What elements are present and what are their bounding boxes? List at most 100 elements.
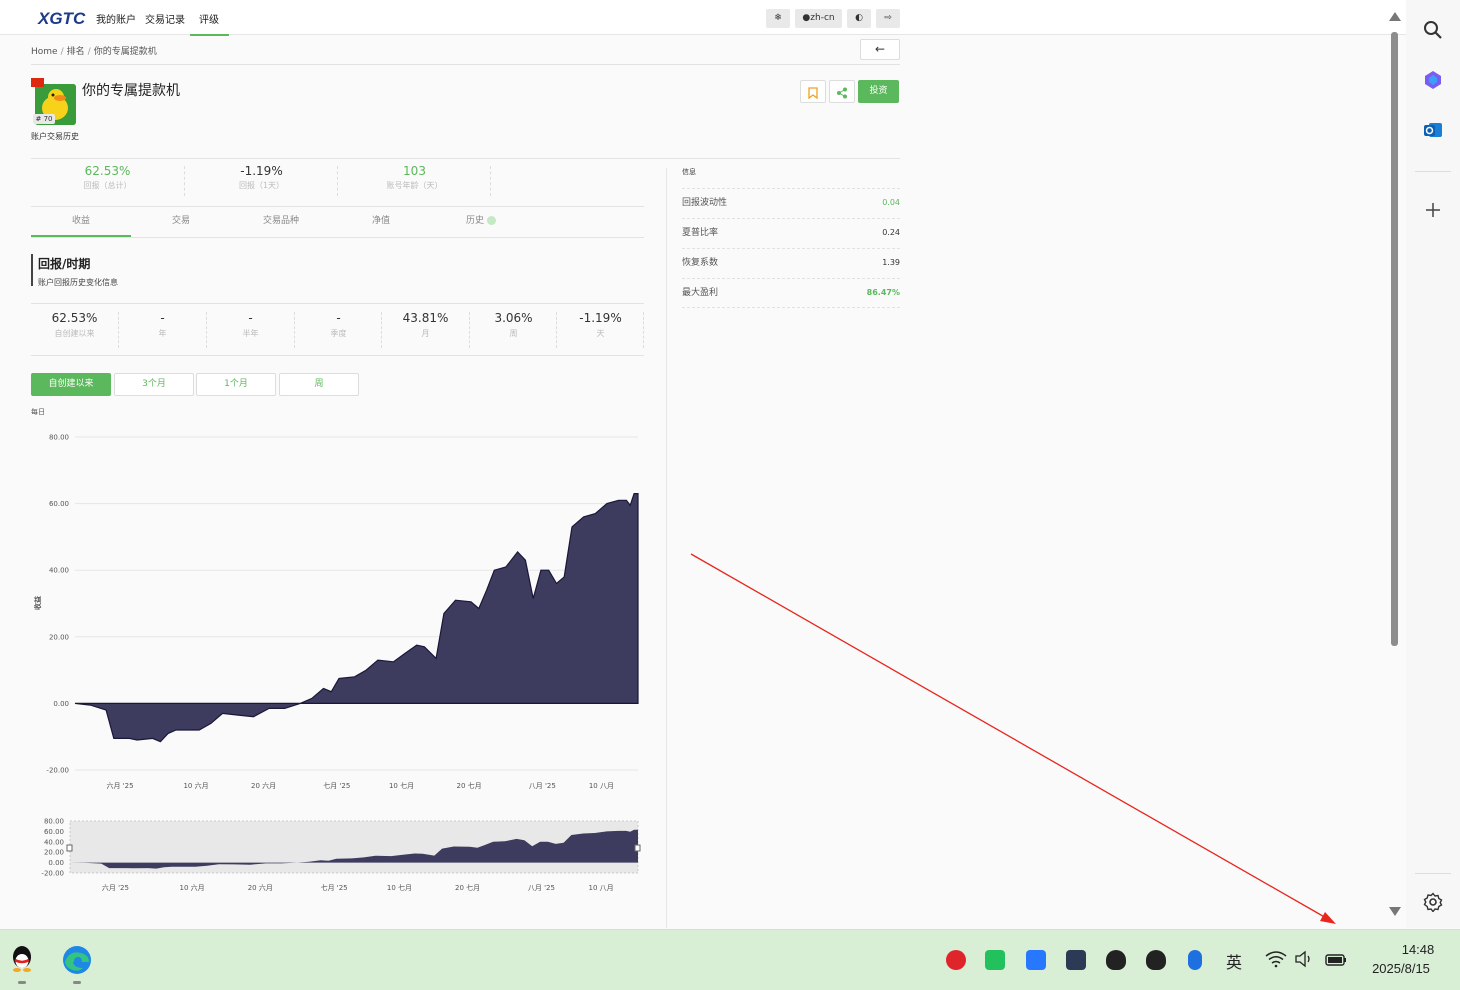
netease-music-icon[interactable] — [946, 950, 966, 970]
y-tick-label: 0.00 — [53, 700, 69, 708]
browser-sidebar — [1406, 0, 1460, 928]
y-tick-label: 20.00 — [49, 633, 69, 641]
nav-trade-records[interactable]: 交易记录 — [145, 11, 185, 26]
x-tick-label: 六月 '25 — [107, 781, 134, 790]
logout-button[interactable]: ⇨ — [876, 9, 900, 28]
language-button[interactable]: ●zh-cn — [795, 9, 842, 28]
section-accent-bar — [31, 254, 33, 286]
stat-label: 回报（1天） — [238, 181, 285, 190]
contrast-button[interactable]: ◐ — [847, 9, 871, 28]
plus-icon[interactable] — [1423, 200, 1443, 220]
nav-my-account[interactable]: 我的账户 — [96, 11, 136, 26]
x-tick-label: 20 七月 — [457, 781, 482, 790]
period-separator — [643, 312, 644, 348]
period-value: - — [248, 311, 253, 325]
theme-settings-button[interactable]: ❄ — [766, 9, 790, 28]
info-row-return-volatility: 回报波动性 0.04 — [682, 188, 900, 218]
cat-icon[interactable] — [1066, 950, 1086, 970]
wifi-icon[interactable] — [1265, 950, 1287, 968]
y-tick-label: 60.00 — [44, 828, 64, 836]
panel-separator — [666, 168, 667, 928]
period-month: 43.81% 月 — [382, 311, 469, 339]
tab-trades[interactable]: 交易 — [131, 207, 231, 237]
stat-value: 103 — [403, 164, 426, 178]
breadcrumb: Home / 排名 / 你的专属提款机 — [31, 47, 157, 57]
back-button[interactable]: ← — [860, 39, 900, 60]
x-tick-label: 20 七月 — [455, 883, 480, 892]
invest-button[interactable]: 投资 — [858, 80, 899, 103]
clock-date[interactable]: 2025/8/15 — [1365, 961, 1437, 976]
edge-icon[interactable] — [61, 944, 93, 976]
breadcrumb-ranking[interactable]: 排名 — [67, 47, 85, 57]
page-scrollbar[interactable] — [1388, 8, 1402, 920]
site-logo[interactable]: XGTC — [38, 9, 85, 29]
nav-rating[interactable]: 评级 — [190, 11, 229, 36]
settings-icon[interactable] — [1423, 892, 1443, 912]
rank-badge: # 70 — [33, 114, 55, 124]
x-tick-label: 六月 '25 — [102, 883, 129, 892]
x-tick-label: 10 六月 — [180, 883, 205, 892]
copilot-icon[interactable] — [1423, 70, 1443, 90]
info-title: 信息 — [682, 168, 696, 176]
tab-history[interactable]: 历史 — [431, 207, 531, 237]
info-row-max-profit: 最大盈利 86.47% — [682, 278, 900, 308]
breadcrumb-current: 你的专属提款机 — [93, 47, 157, 57]
search-icon[interactable] — [1423, 20, 1443, 40]
sidebar-divider — [1415, 171, 1451, 172]
top-navbar: XGTC 我的账户 交易记录 评级 ❄ ●zh-cn ◐ ⇨ — [0, 0, 1406, 36]
info-label: 夏普比率 — [682, 228, 719, 238]
info-value: 1.39 — [882, 258, 900, 267]
scroll-up-icon[interactable] — [1389, 12, 1401, 21]
qq-icon[interactable] — [1106, 950, 1126, 970]
stat-label: 回报（总计） — [83, 181, 132, 190]
period-label: 天 — [596, 329, 605, 338]
returns-area-chart[interactable]: 80.00 60.00 40.00 20.00 0.00 -20.00 六月 '25 10 六… — [0, 420, 660, 800]
divider — [31, 158, 900, 159]
range-since-inception-button[interactable]: 自创建以来 — [31, 373, 111, 396]
qq-icon[interactable] — [8, 944, 36, 974]
profile-subtitle: 账户交易历史 — [31, 132, 79, 141]
range-3-months-button[interactable]: 3个月 — [114, 373, 194, 396]
wechat-icon[interactable] — [985, 950, 1005, 970]
tab-symbols[interactable]: 交易品种 — [231, 207, 331, 237]
chart-navigator[interactable]: 80.00 60.00 40.00 20.00 0.00 -20.00 六月 '25 10 六… — [0, 812, 660, 896]
scroll-down-icon[interactable] — [1389, 907, 1401, 916]
navigator-handle-left — [66, 844, 73, 852]
x-tick-label: 20 六月 — [251, 781, 276, 790]
bookmark-button[interactable] — [800, 80, 826, 103]
volume-icon[interactable] — [1294, 950, 1314, 968]
feishu-icon[interactable] — [1026, 950, 1046, 970]
period-since-inception: 62.53% 自创建以来 — [31, 311, 118, 339]
period-week: 3.06% 周 — [470, 311, 557, 339]
info-value: 0.04 — [882, 198, 900, 207]
clock-time[interactable]: 14:48 — [1395, 942, 1441, 957]
bluetooth-icon[interactable] — [1188, 950, 1202, 970]
x-tick-label: 10 六月 — [183, 781, 208, 790]
scroll-thumb[interactable] — [1391, 32, 1398, 646]
ime-indicator[interactable]: 英 — [1226, 949, 1242, 973]
section-title: 回报/时期 — [38, 257, 91, 271]
tab-equity[interactable]: 净值 — [331, 207, 431, 237]
period-value: 43.81% — [402, 311, 449, 325]
y-axis-label: 收益 — [33, 596, 42, 610]
share-button[interactable] — [829, 80, 855, 103]
period-label: 半年 — [242, 329, 259, 338]
range-week-button[interactable]: 周 — [279, 373, 359, 396]
breadcrumb-home[interactable]: Home — [31, 47, 58, 57]
running-indicator — [18, 981, 26, 984]
y-tick-label: 80.00 — [44, 818, 64, 826]
battery-icon[interactable] — [1324, 950, 1348, 968]
stat-account-age: 103 账号年龄（天） — [338, 164, 491, 191]
series-area — [74, 493, 639, 743]
outlook-icon[interactable] — [1423, 120, 1443, 140]
range-1-month-button[interactable]: 1个月 — [196, 373, 276, 396]
stat-label: 账号年龄（天） — [386, 181, 443, 190]
divider — [31, 355, 644, 356]
qq-icon[interactable] — [1146, 950, 1166, 970]
x-tick-label: 20 六月 — [248, 883, 273, 892]
share-icon — [837, 87, 847, 98]
sidebar-divider — [1415, 873, 1451, 874]
tab-returns[interactable]: 收益 — [31, 207, 131, 237]
x-tick-label: 七月 '25 — [323, 781, 350, 790]
divider — [31, 64, 900, 65]
